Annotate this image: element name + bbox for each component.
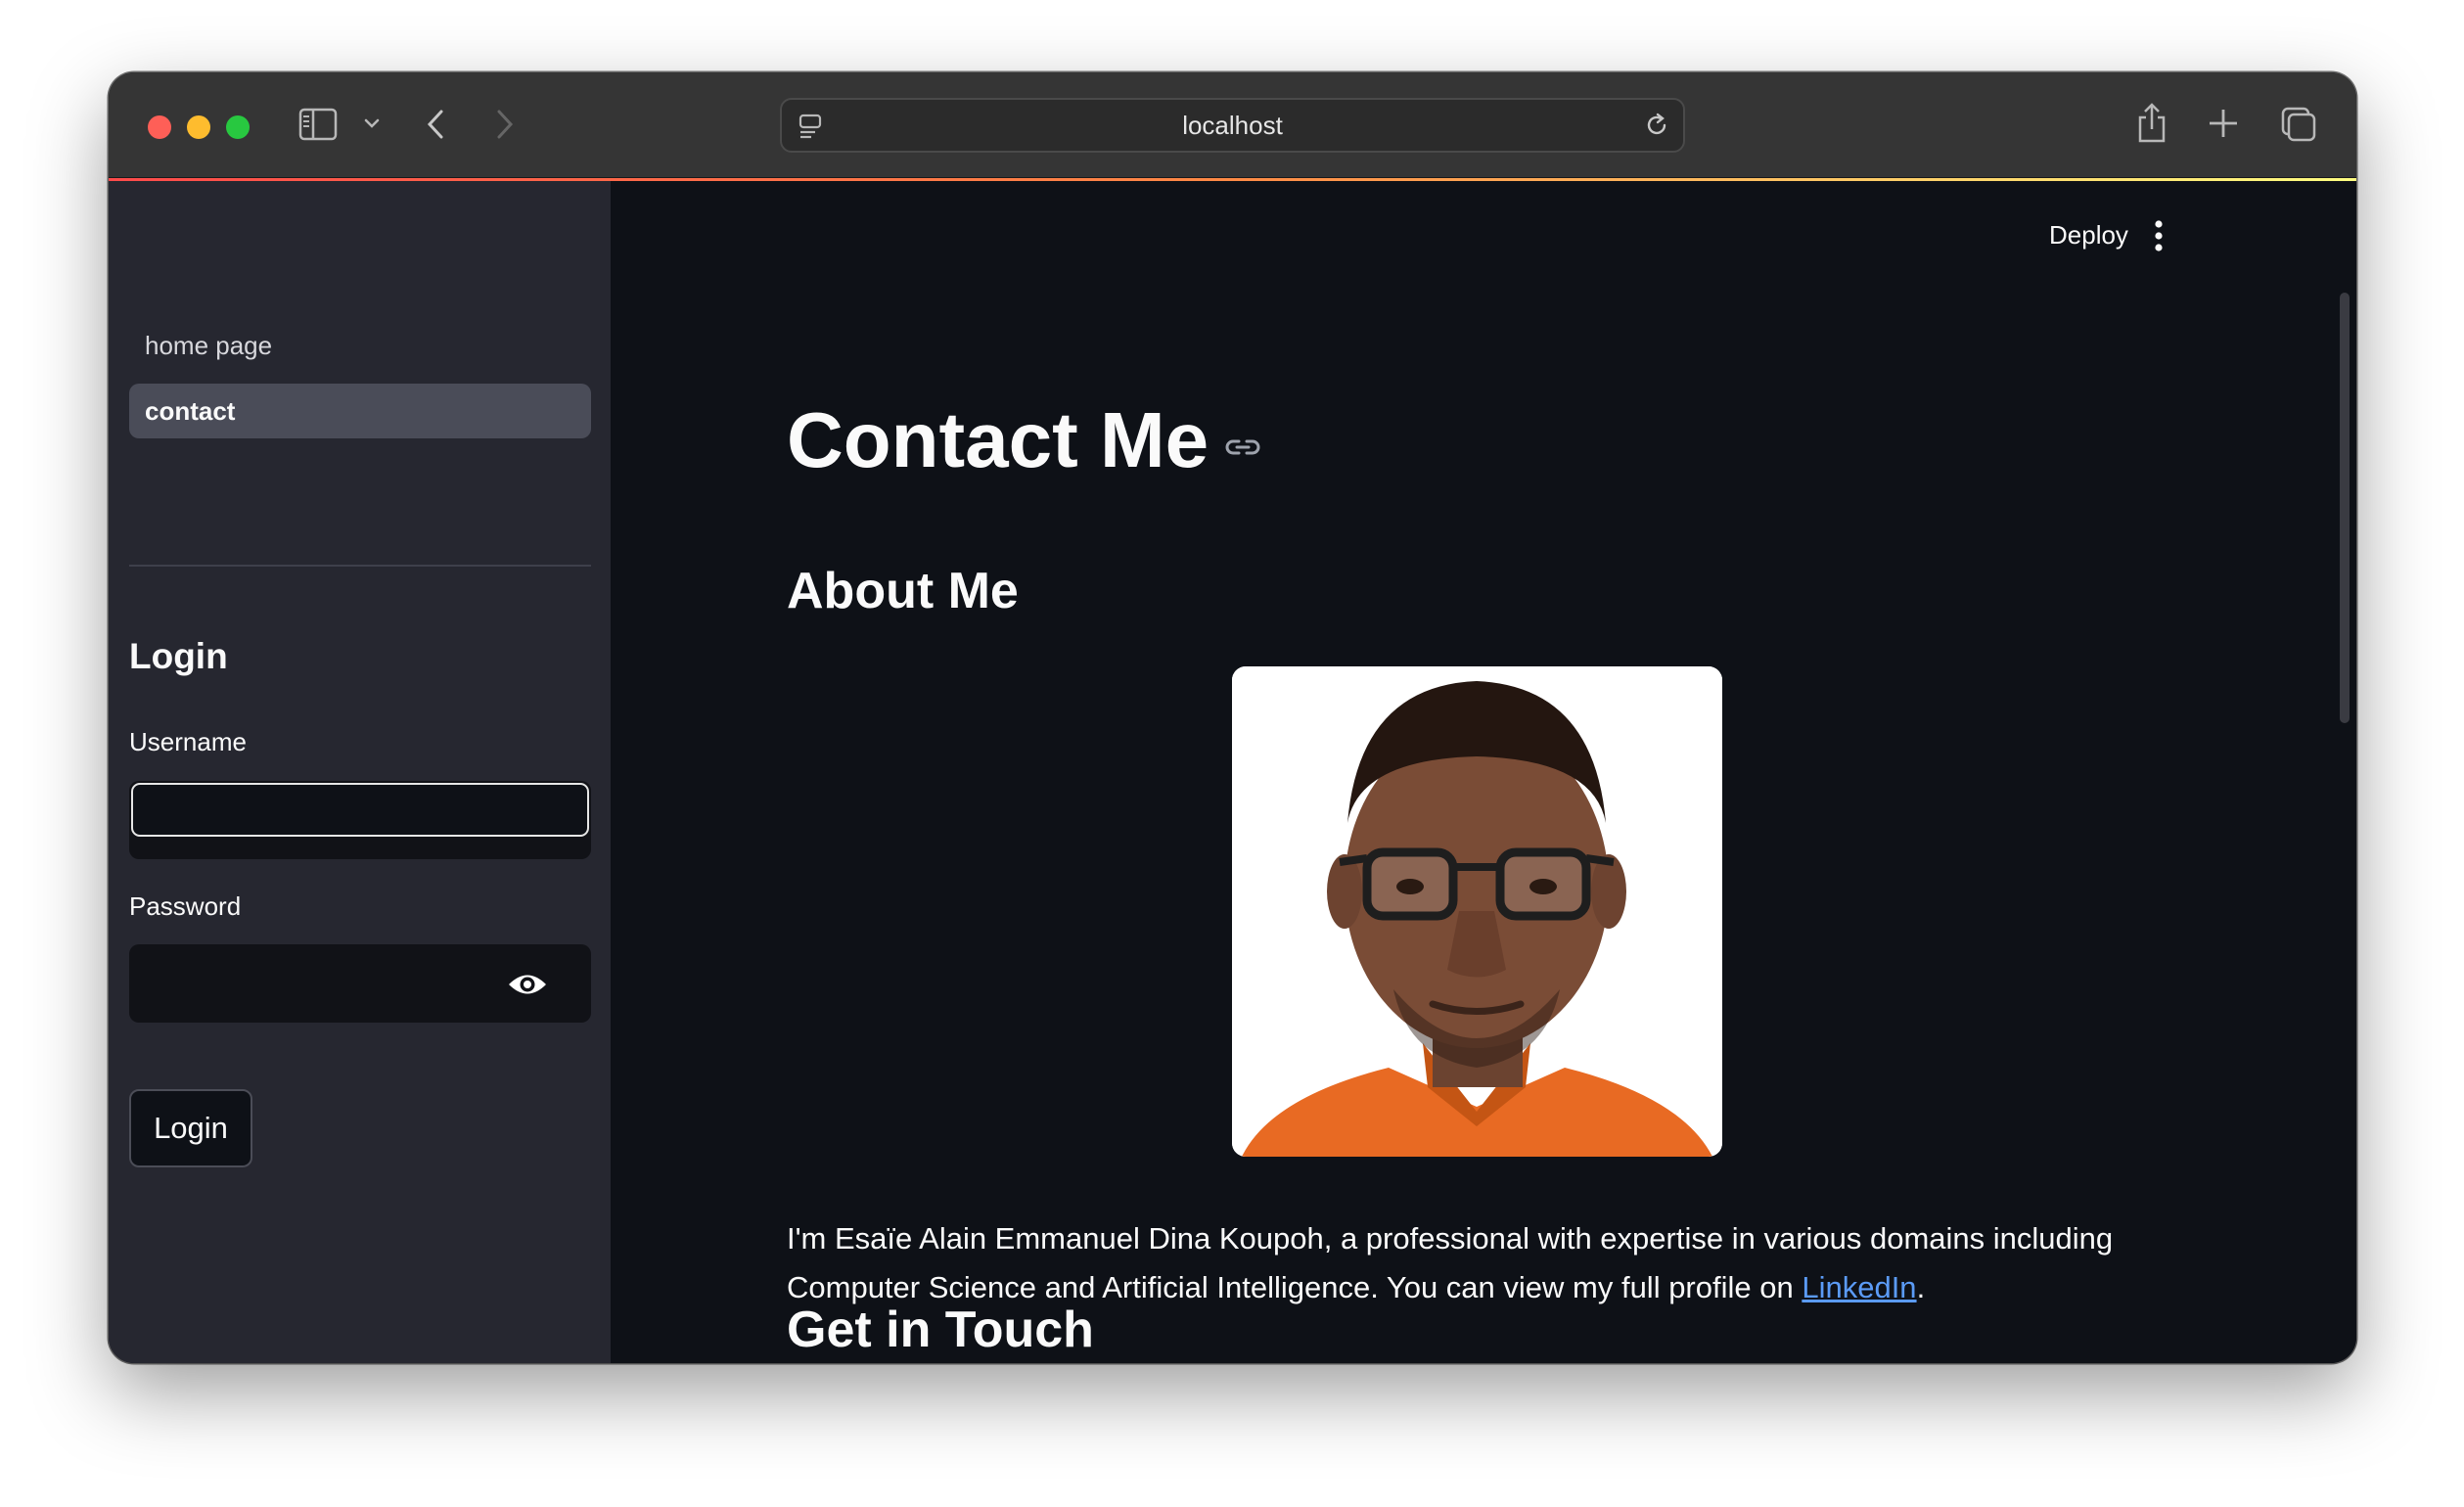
deploy-button[interactable]: Deploy	[2049, 220, 2128, 251]
linkedin-link[interactable]: LinkedIn	[1802, 1270, 1916, 1304]
chevron-down-icon[interactable]	[362, 115, 382, 131]
sidebar-item-label: contact	[145, 395, 236, 426]
share-icon[interactable]	[2134, 102, 2169, 145]
close-window-button[interactable]	[148, 115, 171, 139]
address-bar[interactable]: localhost	[780, 98, 1685, 153]
bio-paragraph: I'm Esaïe Alain Emmanuel Dina Koupoh, a …	[787, 1214, 2118, 1312]
sidebar-toggle-icon[interactable]	[298, 108, 338, 141]
zoom-window-button[interactable]	[226, 115, 250, 139]
anchor-link-icon[interactable]	[1224, 434, 1261, 465]
scrollbar[interactable]	[2340, 293, 2350, 723]
main-content: Deploy Contact Me About Me I'm Esaïe Ala…	[611, 181, 2356, 1363]
forward-arrow-icon[interactable]	[493, 107, 517, 142]
get-in-touch-heading: Get in Touch	[787, 1302, 1094, 1358]
password-label: Password	[129, 891, 242, 921]
login-button[interactable]: Login	[129, 1089, 252, 1167]
reload-icon[interactable]	[1642, 111, 1671, 147]
tab-overview-icon[interactable]	[2279, 105, 2318, 144]
new-tab-icon[interactable]	[2207, 107, 2240, 140]
site-settings-icon[interactable]	[796, 112, 825, 148]
browser-window: localhost home page contact Login Userna…	[109, 72, 2356, 1363]
url-text: localhost	[1182, 110, 1283, 140]
profile-photo	[1232, 666, 1722, 1157]
back-arrow-icon[interactable]	[424, 107, 447, 142]
sidebar: home page contact Login Username Passwor…	[109, 181, 611, 1363]
minimize-window-button[interactable]	[187, 115, 210, 139]
browser-toolbar: localhost	[109, 72, 2356, 178]
username-field-container	[129, 781, 591, 859]
about-me-heading: About Me	[787, 563, 1019, 619]
page-title: Contact Me	[787, 396, 1209, 483]
sidebar-item-contact[interactable]: contact	[129, 384, 591, 438]
username-input[interactable]	[131, 783, 589, 837]
username-label: Username	[129, 727, 247, 756]
more-options-icon[interactable]	[2153, 218, 2165, 258]
sidebar-divider	[129, 565, 591, 567]
sidebar-item-label: home page	[145, 330, 273, 360]
login-heading: Login	[129, 636, 228, 676]
show-password-icon[interactable]	[506, 970, 549, 1004]
sidebar-item-home-page[interactable]: home page	[129, 318, 591, 373]
bio-end: .	[1916, 1270, 1926, 1304]
